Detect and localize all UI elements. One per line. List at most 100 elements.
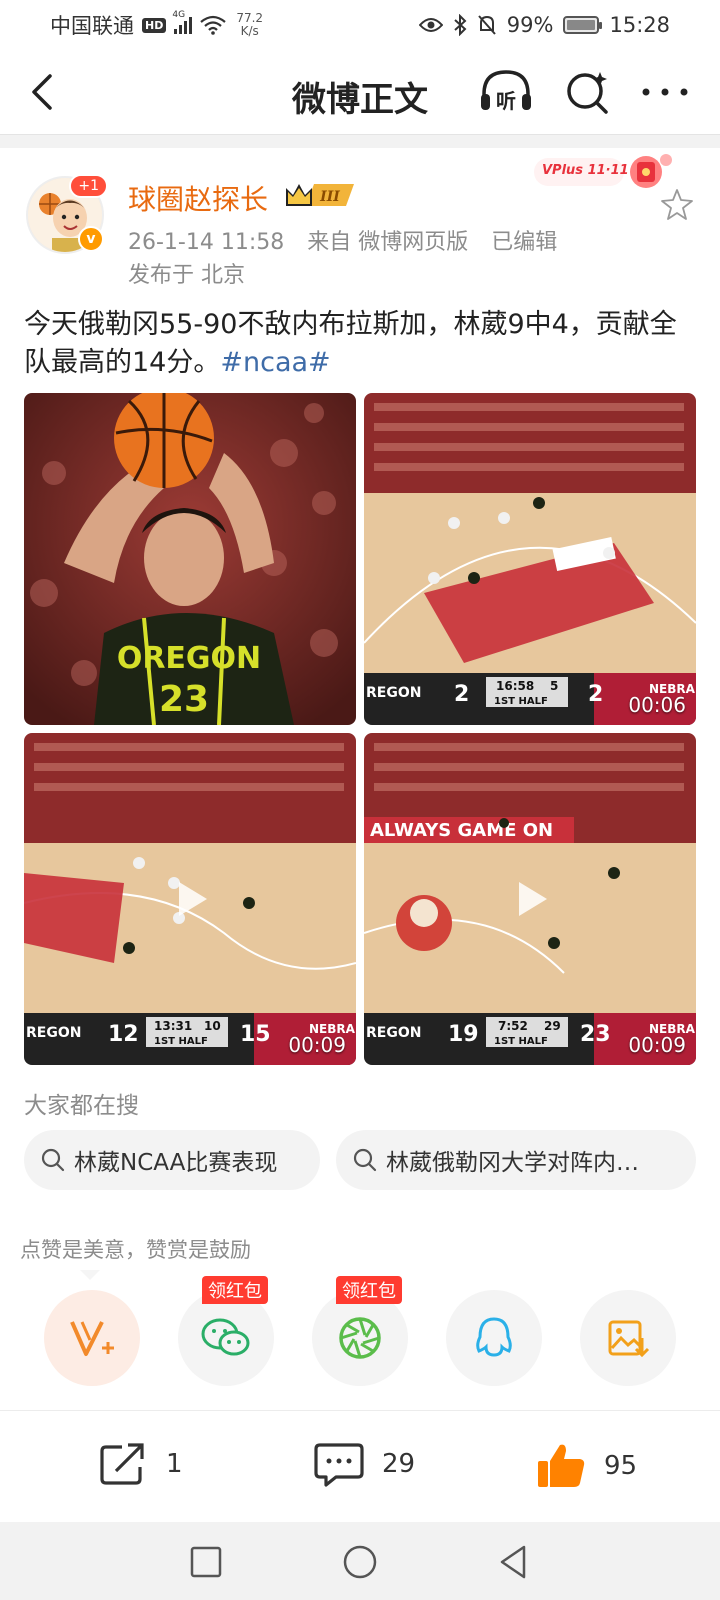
score-left: 12 xyxy=(108,1022,139,1047)
moments-aperture-icon xyxy=(339,1317,381,1359)
headphones-icon: 听 xyxy=(481,70,531,113)
divider xyxy=(0,134,720,148)
post-text: 今天俄勒冈55-90不敌内布拉斯加，林葳9中4，贡献全队最高的14分。#ncaa… xyxy=(24,306,696,382)
game-period: 1ST HALF xyxy=(154,1036,208,1047)
score-left: 2 xyxy=(454,682,469,707)
share-wechat-button[interactable]: 领红包 xyxy=(178,1276,274,1386)
battery-icon xyxy=(563,16,603,34)
repost-button[interactable]: 1 xyxy=(98,1441,183,1487)
mute-bell-icon xyxy=(478,15,496,35)
repost-count: 1 xyxy=(166,1449,183,1479)
clock: 15:28 xyxy=(609,13,670,37)
post-meta: 26-1-14 11:58 来自 微博网页版 已编辑 xyxy=(128,224,573,256)
vip-crown-badge[interactable]: III xyxy=(284,180,358,210)
share-moments-button[interactable]: 领红包 xyxy=(312,1276,408,1386)
save-image-button[interactable] xyxy=(580,1290,676,1386)
repost-icon xyxy=(100,1443,144,1485)
share-qq-button[interactable] xyxy=(446,1290,542,1386)
game-clock: 16:58 xyxy=(496,679,534,693)
reward-hint: 点赞是美意，赞赏是鼓励 xyxy=(20,1238,251,1262)
carrier-label: 中国联通 xyxy=(50,14,134,38)
qq-icon xyxy=(476,1317,512,1357)
redpacket-badge: 领红包 xyxy=(336,1276,402,1304)
post-video[interactable]: REGON 12 13:31 10 1ST HALF 15 NEBRA 00:0… xyxy=(24,733,356,1065)
comment-icon xyxy=(314,1443,364,1487)
hint-pointer xyxy=(80,1270,100,1280)
network-label: 4G xyxy=(172,10,186,20)
thumbs-up-icon xyxy=(538,1444,585,1487)
vplus-label: VPlus 11·11 xyxy=(542,163,629,178)
jersey-number: 23 xyxy=(159,679,209,720)
recent-apps-icon[interactable] xyxy=(186,1542,226,1582)
action-bar: 1 29 95 xyxy=(0,1410,720,1522)
speed-unit: K/s xyxy=(240,24,259,38)
shot-clock: 10 xyxy=(204,1019,221,1033)
status-bar: 中国联通 HD 4G 77.2 K/s 99% 15:28 xyxy=(0,0,720,50)
search-suggestion-chip[interactable]: 林葳NCAA比赛表现 xyxy=(24,1130,320,1190)
play-icon[interactable] xyxy=(507,876,553,922)
shot-clock: 29 xyxy=(544,1019,561,1033)
hd-badge: HD xyxy=(142,17,167,33)
video-duration: 00:06 xyxy=(628,693,686,717)
search-icon xyxy=(353,1148,377,1172)
post-edited: 已编辑 xyxy=(491,230,558,255)
score-right: 15 xyxy=(240,1022,271,1047)
post-body: 今天俄勒冈55-90不敌内布拉斯加，林葳9中4，贡献全队最高的14分。 xyxy=(24,309,677,378)
post-video[interactable]: ALWAYS GAME ON REGON 19 7:52 29 1ST HALF… xyxy=(364,733,696,1065)
court-video-frame: REGON 2 16:58 5 1ST HALF 2 NEBRA xyxy=(364,393,696,725)
score-left: 19 xyxy=(448,1022,479,1047)
game-period: 1ST HALF xyxy=(494,1036,548,1047)
comment-button[interactable]: 29 xyxy=(314,1441,415,1487)
like-button[interactable]: 95 xyxy=(536,1441,637,1491)
hashtag-link[interactable]: #ncaa# xyxy=(220,347,330,378)
listen-label: 听 xyxy=(496,89,516,113)
like-count: 95 xyxy=(604,1451,638,1481)
listen-button[interactable]: 听 xyxy=(478,68,534,116)
play-icon[interactable] xyxy=(167,876,213,922)
post-image[interactable]: OREGON 23 xyxy=(24,393,356,725)
post-location: 发布于 北京 xyxy=(128,263,245,288)
score-team-left: REGON xyxy=(26,1025,81,1041)
save-image-icon xyxy=(608,1320,650,1358)
search-icon xyxy=(41,1148,65,1172)
signal-icon: 4G xyxy=(172,10,193,34)
game-clock: 13:31 xyxy=(154,1019,192,1033)
score-right: 23 xyxy=(580,1022,611,1047)
game-period: 1ST HALF xyxy=(494,696,548,707)
post-date: 26-1-14 11:58 xyxy=(128,230,285,255)
search-suggestion-chip[interactable]: 林葳俄勒冈大学对阵内… xyxy=(336,1130,696,1190)
vplus-icon xyxy=(70,1321,114,1356)
back-arrow-icon[interactable] xyxy=(24,72,64,112)
vip-level: III xyxy=(319,189,340,205)
jersey-team: OREGON xyxy=(117,641,261,676)
score-team-left: REGON xyxy=(366,685,421,701)
username[interactable]: 球圈赵探长 xyxy=(128,178,268,218)
search-suggestion-label: 林葳NCAA比赛表现 xyxy=(74,1150,278,1176)
search-sparkle-icon[interactable] xyxy=(564,68,612,116)
score-team-left: REGON xyxy=(366,1025,421,1041)
post-video[interactable]: REGON 2 16:58 5 1ST HALF 2 NEBRA 00:06 xyxy=(364,393,696,725)
search-suggestion-label: 林葳俄勒冈大学对阵内… xyxy=(386,1150,639,1176)
eye-icon xyxy=(418,18,443,32)
network-speed: 77.2 K/s xyxy=(236,12,263,38)
redpacket-badge: 领红包 xyxy=(202,1276,268,1304)
post-source: 来自 微博网页版 xyxy=(307,230,469,255)
video-duration: 00:09 xyxy=(288,1033,346,1057)
battery-percent: 99% xyxy=(506,13,554,37)
video-duration: 00:09 xyxy=(628,1033,686,1057)
search-section-title: 大家都在搜 xyxy=(24,1093,139,1119)
reward-vplus-button[interactable] xyxy=(44,1290,140,1386)
player-photo: OREGON 23 xyxy=(24,393,356,725)
home-icon[interactable] xyxy=(340,1542,380,1582)
score-right: 2 xyxy=(588,682,603,707)
avatar[interactable]: +1 v xyxy=(26,174,108,254)
wechat-icon xyxy=(201,1318,250,1356)
page-title: 微博正文 xyxy=(292,80,428,120)
nav-bar: 微博正文 听 xyxy=(0,50,720,134)
favorite-star-icon[interactable] xyxy=(660,188,694,222)
game-clock: 7:52 xyxy=(498,1019,528,1033)
more-icon[interactable] xyxy=(640,74,690,110)
shot-clock: 5 xyxy=(550,679,558,693)
back-triangle-icon[interactable] xyxy=(494,1542,534,1582)
comment-count: 29 xyxy=(382,1449,416,1479)
